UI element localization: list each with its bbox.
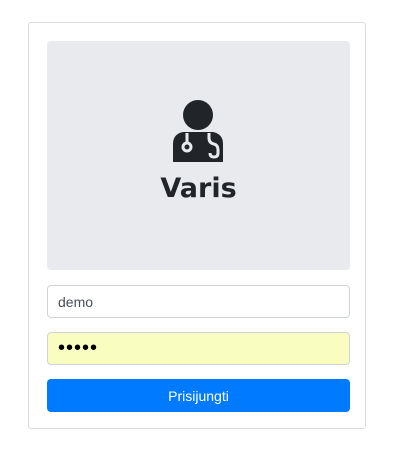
brand-name: Varis [160, 173, 237, 204]
brand-banner: Varis [47, 41, 350, 270]
login-card: Varis Prisijungti [28, 22, 366, 429]
password-input[interactable] [47, 332, 350, 365]
login-button[interactable]: Prisijungti [47, 379, 350, 412]
user-doctor-icon [173, 100, 223, 162]
username-input[interactable] [47, 285, 350, 318]
